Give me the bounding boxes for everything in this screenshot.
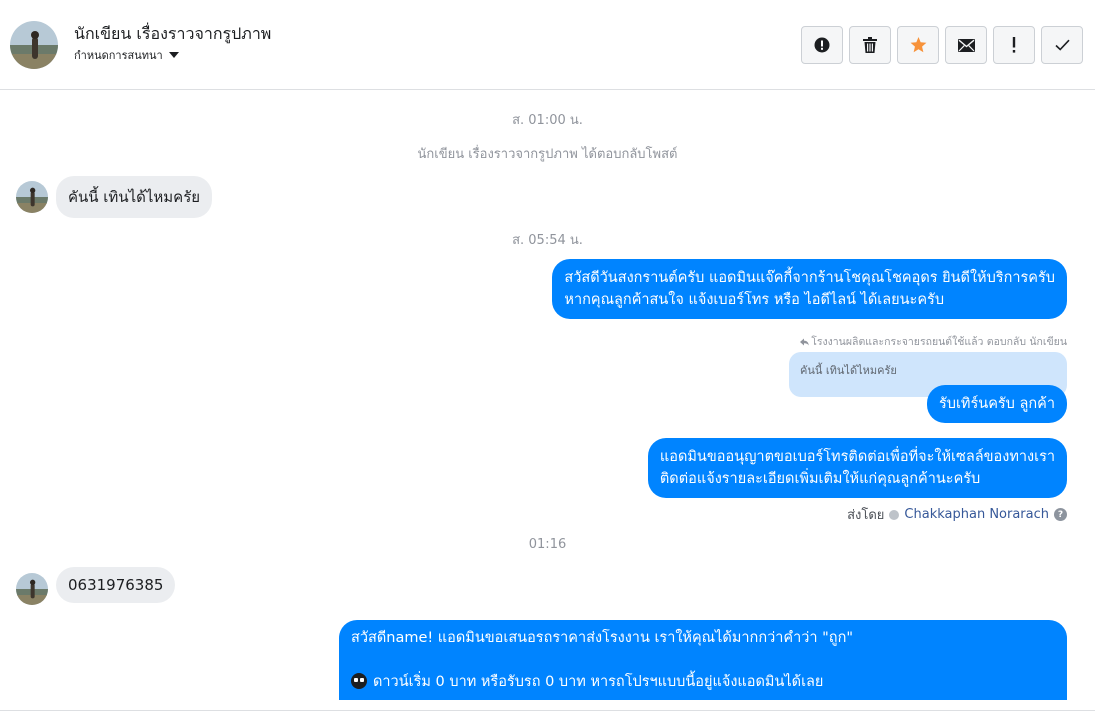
system-message: นักเขียน เรื่องราวจากรูปภาพ ได้ตอบกลับโพ… [417,147,678,162]
delete-button[interactable] [849,26,891,64]
done-button[interactable] [1041,26,1083,64]
conversation-toolbar [801,26,1083,64]
emoji-icon [351,673,367,689]
timestamp: ส. 05:54 น. [512,233,583,248]
message-line: แอดมินขออนุญาตขอเบอร์โทรติดต่อเพื่อที่จะ… [659,449,1055,465]
contact-name: นักเขียน เรื่องราวจากรูปภาพ [74,24,272,43]
sent-by-info: ส่งโดย Chakkaphan Norarach ? [847,504,1067,525]
message-line: สวัสดีname! แอดมินขอเสนอรถราคาส่งโรงงาน … [351,630,854,646]
sent-by-label: ส่งโดย [847,508,885,523]
important-button[interactable] [993,26,1035,64]
assign-conversation-label: กำหนดการสนทนา [74,49,163,62]
caret-down-icon [168,52,179,58]
outgoing-message[interactable]: สวัสดีname! แอดมินขอเสนอรถราคาส่งโรงงาน … [339,620,1067,700]
message-line: หากคุณลูกค้าสนใจ แจ้งเบอร์โทร หรือ ไอดีไ… [564,292,945,308]
mail-button[interactable] [945,26,987,64]
contact-avatar-small [16,573,48,605]
reply-arrow-icon [800,338,810,345]
conversation-header: นักเขียน เรื่องราวจากรูปภาพ กำหนดการสนทน… [0,0,1095,90]
outgoing-message[interactable]: สวัสดีวันสงกรานต์ครับ แอดมินแจ๊คกี้จากร้… [552,259,1067,319]
trash-icon [863,37,877,53]
contact-avatar-small [16,181,48,213]
reply-indicator: โรงงานผลิตและกระจายรถยนต์ใช้แล้ว ตอบกลับ… [800,333,1067,350]
incoming-message[interactable]: คันนี้ เทินได้ไหมครัย [56,176,213,218]
report-button[interactable] [801,26,843,64]
verified-icon [889,509,900,520]
help-icon[interactable]: ? [1054,508,1067,521]
assign-conversation-dropdown[interactable]: กำหนดการสนทนา [74,46,179,64]
outgoing-message[interactable]: รับเทิร์นครับ ลูกค้า [926,385,1067,423]
exclamation-icon [1012,37,1016,53]
reply-indicator-text: โรงงานผลิตและกระจายรถยนต์ใช้แล้ว ตอบกลับ… [811,336,1067,348]
alert-circle-icon [814,37,830,53]
composer-divider [0,710,1095,711]
timestamp: ส. 01:00 น. [512,113,583,128]
outgoing-message[interactable]: แอดมินขออนุญาตขอเบอร์โทรติดต่อเพื่อที่จะ… [647,438,1067,498]
check-icon [1054,39,1070,51]
message-line-text: ดาวน์เริ่ม 0 บาท หรือรับรถ 0 บาท หารถโปร… [373,674,824,690]
sender-name[interactable]: Chakkaphan Norarach [904,507,1049,522]
contact-avatar[interactable] [10,21,58,69]
message-line: ติดต่อแจ้งรายละเอียดเพิ่มเติมให้แก่คุณลู… [659,471,981,487]
star-icon [910,37,926,53]
incoming-message[interactable]: 0631976385 [56,567,176,603]
envelope-icon [957,38,975,52]
message-line: ดาวน์เริ่ม 0 บาท หรือรับรถ 0 บาท หารถโปร… [351,671,1055,693]
star-button[interactable] [897,26,939,64]
message-line: สวัสดีวันสงกรานต์ครับ แอดมินแจ๊คกี้จากร้… [564,270,1055,286]
quoted-message-text: คันนี้ เทินได้ไหมครัย [800,364,897,377]
timestamp: 01:16 [528,537,567,552]
